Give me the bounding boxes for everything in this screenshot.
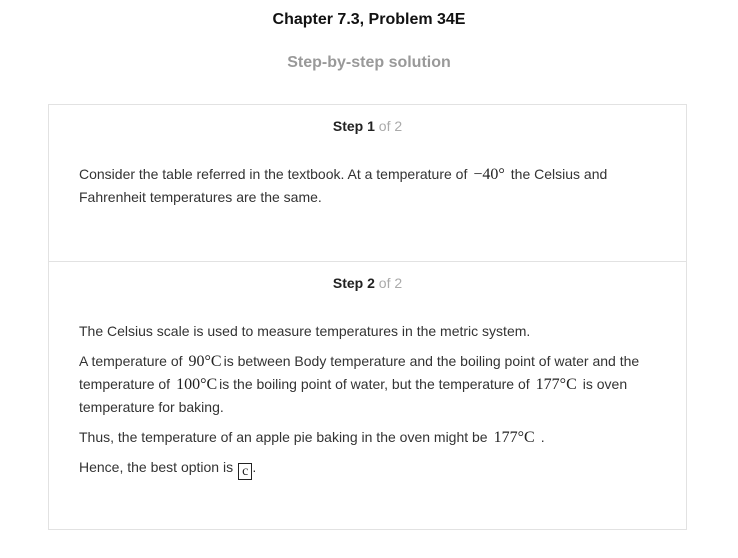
step-2-paragraph-1: The Celsius scale is used to measure tem…	[79, 323, 531, 339]
math-expression: −40°	[473, 166, 505, 183]
text: is the boiling point of water, but the t…	[219, 376, 530, 392]
solution-box: Step 1 of 2 Consider the table referred …	[48, 104, 687, 530]
math-expression: 90°C	[188, 353, 222, 370]
chapter-title: Chapter 7.3, Problem 34E	[272, 11, 466, 28]
step-number: 1	[367, 118, 375, 134]
step-2-header: Step 2 of 2	[49, 275, 686, 291]
step-1-paragraph: Consider the table referred in the textb…	[79, 163, 669, 209]
text: .	[252, 459, 257, 475]
step-1-body: Consider the table referred in the textb…	[79, 163, 669, 216]
step-2-paragraph-2: A temperature of 90°C is between Body temp…	[79, 350, 669, 419]
math-expression: 100°C	[176, 376, 218, 393]
text: .	[540, 429, 545, 445]
text: Consider the table referred in the textb…	[79, 166, 468, 182]
step-2-paragraph-3: Thus, the temperature of an apple pie ba…	[79, 426, 669, 449]
math-expression: 177°C	[535, 376, 577, 393]
text: Hence, the best option is	[79, 459, 234, 475]
text: Thus, the temperature of an apple pie ba…	[79, 429, 488, 445]
step-2: Step 2 of 2 The Celsius scale is used to…	[49, 262, 686, 529]
answer-box: c	[238, 463, 253, 480]
step-2-body: The Celsius scale is used to measure tem…	[79, 320, 669, 487]
step-1: Step 1 of 2 Consider the table referred …	[49, 105, 686, 262]
text: A temperature of	[79, 353, 183, 369]
step-1-header: Step 1 of 2	[49, 118, 686, 134]
step-2-paragraph-4: Hence, the best option is c.	[79, 456, 669, 480]
step-label: Step	[332, 275, 364, 291]
step-total: of 2	[378, 275, 403, 291]
math-expression: 177°C	[493, 429, 535, 446]
step-number: 2	[367, 275, 375, 291]
solution-subtitle: Step-by-step solution	[287, 54, 451, 71]
step-label: Step	[332, 118, 364, 134]
step-total: of 2	[378, 118, 403, 134]
